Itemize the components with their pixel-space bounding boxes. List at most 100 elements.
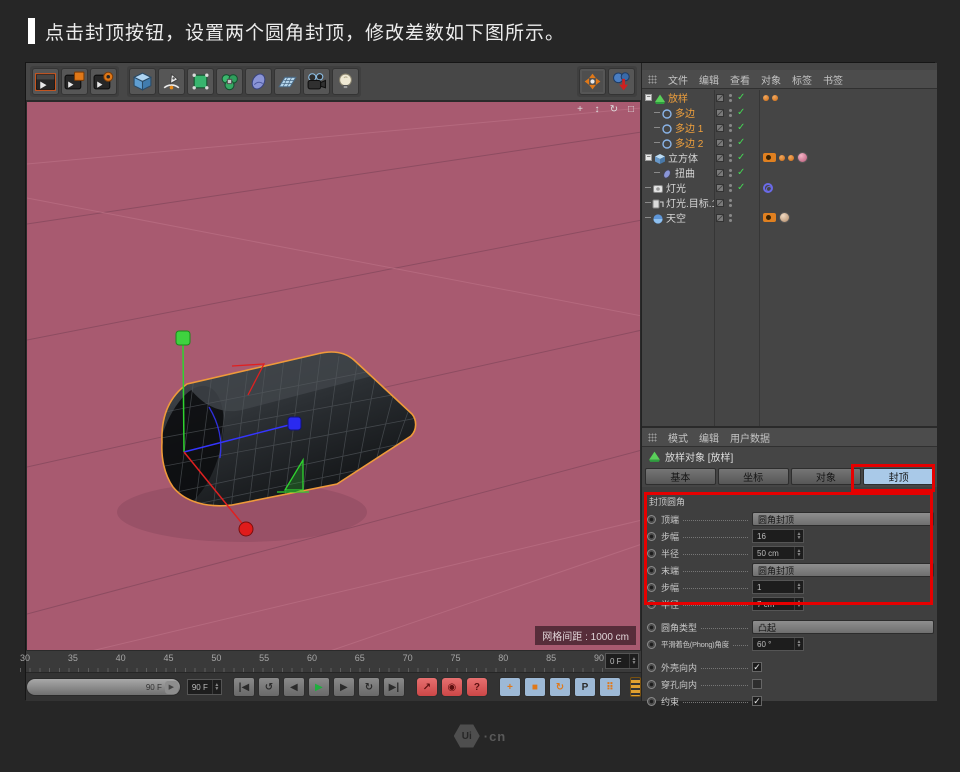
enabled-check-icon[interactable]: ✓ <box>737 152 747 163</box>
param-key-icon[interactable] <box>647 515 656 524</box>
generator-button[interactable] <box>187 68 214 95</box>
穿孔向内-checkbox[interactable] <box>752 679 762 689</box>
material-skin-tag-icon[interactable] <box>779 212 790 223</box>
om-menu-标签[interactable]: 标签 <box>792 72 812 87</box>
param-key-icon[interactable] <box>647 663 656 672</box>
next-frame-button[interactable]: ▶ <box>333 677 355 697</box>
stepper-icon[interactable]: ▲▼ <box>794 547 803 559</box>
record-key-button[interactable]: ↗ <box>416 677 438 697</box>
param-key-icon[interactable] <box>647 532 656 541</box>
object-row-灯光.目标.1[interactable]: 灯光.目标.1 <box>642 195 937 210</box>
environment-floor-button[interactable] <box>274 68 301 95</box>
render-settings-button[interactable] <box>90 68 117 95</box>
步幅-field[interactable]: 16▲▼ <box>752 529 804 543</box>
半径-field[interactable]: 7 cm▲▼ <box>752 597 804 611</box>
visibility-dots-icon[interactable] <box>729 109 732 117</box>
om-menu-编辑[interactable]: 编辑 <box>699 72 719 87</box>
param-key-icon[interactable] <box>647 566 656 575</box>
enabled-check-icon[interactable]: ✓ <box>737 92 747 103</box>
visibility-dots-icon[interactable] <box>729 184 732 192</box>
object-row-天空[interactable]: 天空 <box>642 210 937 225</box>
layer-toggle-icon[interactable] <box>716 214 724 222</box>
object-row-多边 2[interactable]: 多边 2✓ <box>642 135 937 150</box>
pan-view-icon[interactable]: + <box>574 104 586 116</box>
current-frame-field[interactable]: 0 F ▲▼ <box>605 653 639 669</box>
layer-toggle-icon[interactable] <box>716 154 724 162</box>
visibility-dots-icon[interactable] <box>729 139 732 147</box>
dot-tag-icon[interactable] <box>779 155 785 161</box>
expand-toggle-icon[interactable]: − <box>645 154 652 161</box>
enabled-check-icon[interactable]: ✓ <box>737 182 747 193</box>
loft-object[interactable] <box>144 348 419 516</box>
om-menu-查看[interactable]: 查看 <box>730 72 750 87</box>
stepper-icon[interactable]: ▲▼ <box>794 530 803 542</box>
goto-start-button[interactable]: |◀ <box>233 677 255 697</box>
render-view-button[interactable] <box>32 68 59 95</box>
param-key-icon[interactable] <box>647 680 656 689</box>
question-button[interactable]: ? <box>466 677 488 697</box>
om-menu-文件[interactable]: 文件 <box>668 72 688 87</box>
filmstrip-icon[interactable] <box>630 677 641 697</box>
modeling-button[interactable] <box>216 68 243 95</box>
drag-grip-icon[interactable] <box>648 433 657 442</box>
rotate-button[interactable]: ↻ <box>549 677 571 697</box>
tab-基本[interactable]: 基本 <box>645 468 716 485</box>
prev-frame-button[interactable]: ◀ <box>283 677 305 697</box>
layer-toggle-icon[interactable] <box>716 109 724 117</box>
enabled-check-icon[interactable]: ✓ <box>737 107 747 118</box>
param-key-icon[interactable] <box>647 600 656 609</box>
object-row-扭曲[interactable]: 扭曲✓ <box>642 165 937 180</box>
visibility-dots-icon[interactable] <box>729 169 732 177</box>
deformer-button[interactable] <box>245 68 272 95</box>
tab-封顶[interactable]: 封顶 <box>863 468 934 485</box>
圆角类型-dropdown[interactable]: 凸起 <box>752 620 934 634</box>
am-menu-编辑[interactable]: 编辑 <box>699 430 719 445</box>
object-row-立方体[interactable]: −立方体✓ <box>642 150 937 165</box>
layer-toggle-icon[interactable] <box>716 124 724 132</box>
prev-key-button[interactable]: ↺ <box>258 677 280 697</box>
frame-range-slider[interactable]: 90 F ▶ <box>26 678 181 696</box>
object-row-多边 1[interactable]: 多边 1✓ <box>642 120 937 135</box>
play-button[interactable]: ▶ <box>308 677 330 697</box>
target-tag-icon[interactable] <box>763 183 773 193</box>
visibility-dots-icon[interactable] <box>729 199 732 207</box>
material-pink-tag-icon[interactable] <box>797 152 808 163</box>
move-button[interactable]: + <box>499 677 521 697</box>
顶端-dropdown[interactable]: 圆角封顶 <box>752 512 934 526</box>
外壳向内-checkbox[interactable]: ✓ <box>752 662 762 672</box>
dot-tag-icon[interactable] <box>772 95 778 101</box>
半径-field[interactable]: 50 cm▲▼ <box>752 546 804 560</box>
primitive-cube-button[interactable] <box>129 68 156 95</box>
expand-toggle-icon[interactable]: − <box>645 94 652 101</box>
render-picture-viewer-button[interactable] <box>61 68 88 95</box>
spheres-arrow-button[interactable] <box>608 68 635 95</box>
visibility-dots-icon[interactable] <box>729 214 732 222</box>
layer-toggle-icon[interactable] <box>716 184 724 192</box>
om-menu-对象[interactable]: 对象 <box>761 72 781 87</box>
spline-pen-button[interactable] <box>158 68 185 95</box>
grid-dots-button[interactable]: ⠿ <box>599 677 621 697</box>
object-row-灯光[interactable]: 灯光✓ <box>642 180 937 195</box>
平滑着色(Phong)角度-field[interactable]: 60 °▲▼ <box>752 637 804 651</box>
末端-dropdown[interactable]: 圆角封顶 <box>752 563 934 577</box>
param-key-icon[interactable] <box>647 623 656 632</box>
stepper-icon[interactable]: ▲▼ <box>629 654 638 668</box>
visibility-dots-icon[interactable] <box>729 94 732 102</box>
range-expand-button[interactable]: ▶ <box>165 681 178 694</box>
display-tag-icon[interactable] <box>763 153 776 162</box>
stepper-icon[interactable]: ▲▼ <box>794 581 803 593</box>
display-tag-icon[interactable] <box>763 213 776 222</box>
goto-end-button[interactable]: ▶| <box>383 677 405 697</box>
param-key-icon[interactable] <box>647 583 656 592</box>
layer-toggle-icon[interactable] <box>716 199 724 207</box>
axis-center-button[interactable] <box>579 68 606 95</box>
enabled-check-icon[interactable]: ✓ <box>737 122 747 133</box>
layer-toggle-icon[interactable] <box>716 169 724 177</box>
camera-button[interactable] <box>303 68 330 95</box>
om-menu-书签[interactable]: 书签 <box>823 72 843 87</box>
range-end-field[interactable]: 90 F ▲▼ <box>187 679 222 695</box>
param-key-icon[interactable] <box>647 549 656 558</box>
coords-button[interactable]: P <box>574 677 596 697</box>
dot-tag-icon[interactable] <box>763 95 769 101</box>
tab-坐标[interactable]: 坐标 <box>718 468 789 485</box>
